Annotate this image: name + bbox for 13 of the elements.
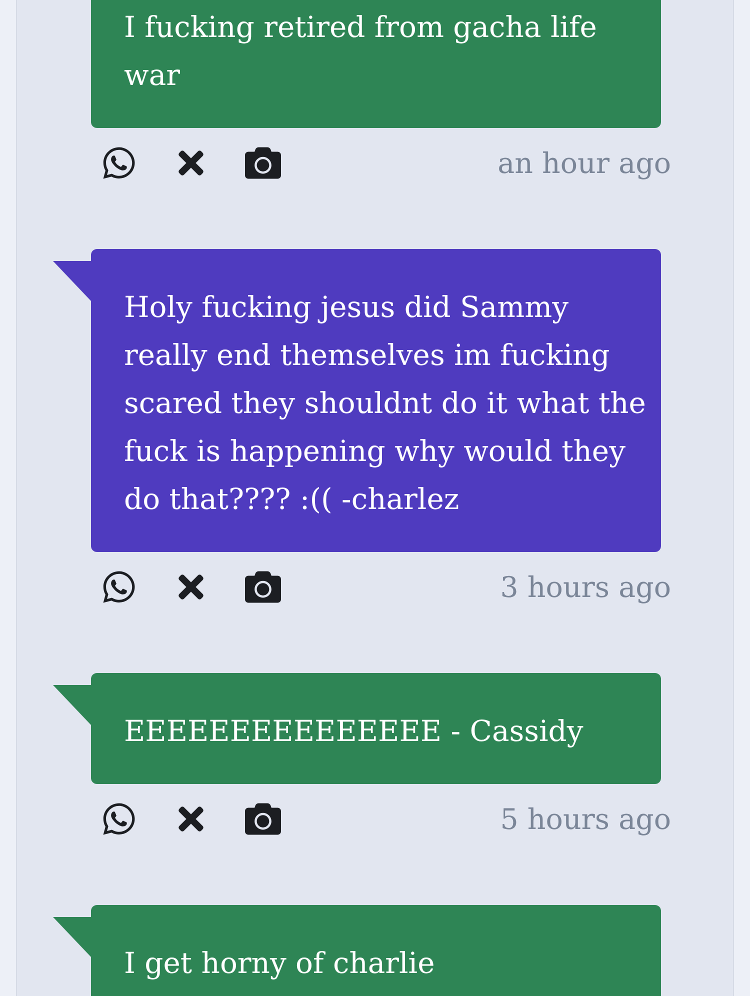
whatsapp-icon[interactable] — [101, 801, 137, 837]
whatsapp-icon[interactable] — [101, 145, 137, 181]
camera-icon[interactable] — [245, 569, 281, 605]
timestamp: 5 hours ago — [500, 802, 671, 836]
message-text: Holy fucking jesus did Sammy really end themselves im fucking scared they shouldnt do it what the fuck is happening why would they do that???? :(( -charlez — [124, 290, 646, 516]
message-text: I get horny of charlie — [124, 946, 435, 980]
timestamp: an hour ago — [498, 146, 671, 180]
camera-icon[interactable] — [245, 145, 281, 181]
whatsapp-icon[interactable] — [101, 569, 137, 605]
message-text: EEEEEEEEEEEEEEE - Cassidy — [124, 714, 584, 748]
camera-icon[interactable] — [245, 801, 281, 837]
timestamp: 3 hours ago — [500, 570, 671, 604]
message-text: I fucking retired from gacha life war — [124, 10, 597, 92]
